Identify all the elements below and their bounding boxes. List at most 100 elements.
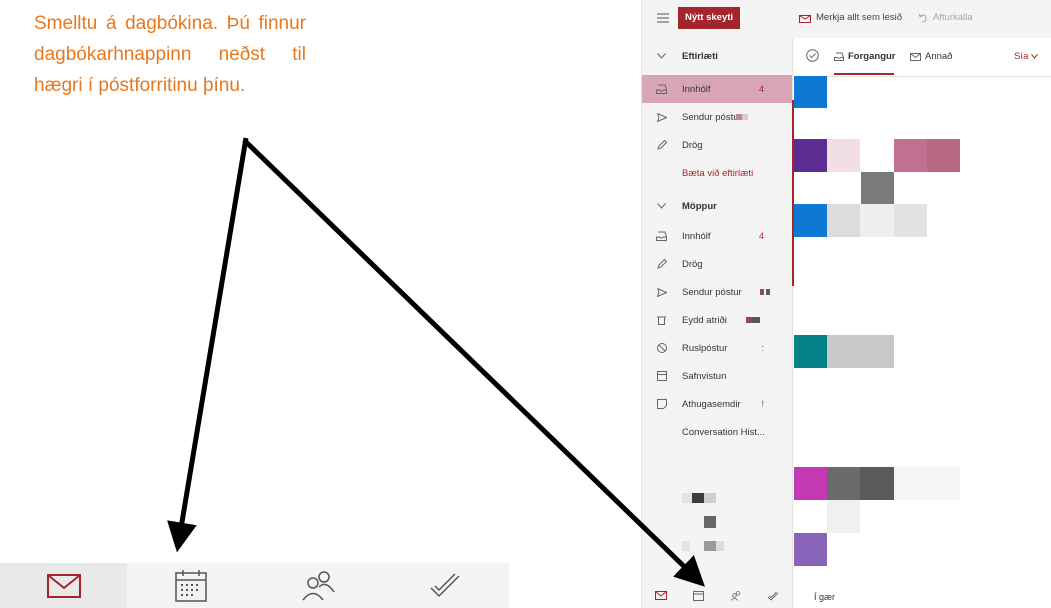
junk-icon bbox=[655, 342, 668, 355]
mark-all-read-button[interactable]: Merkja allt sem lesið bbox=[799, 12, 902, 23]
redacted-pixel bbox=[752, 317, 760, 323]
big-nav-calendar[interactable] bbox=[127, 563, 254, 608]
undo-icon bbox=[918, 13, 927, 22]
nav-tasks[interactable] bbox=[755, 583, 793, 608]
item-count: ! bbox=[761, 399, 764, 409]
add-favorite-link[interactable]: Bæta við eftirlæti bbox=[642, 159, 792, 187]
archive-icon bbox=[655, 370, 668, 383]
favorites-header[interactable]: Eftirlæti bbox=[642, 42, 792, 70]
sidebar-item-deleted[interactable]: Eydd atriði bbox=[642, 306, 792, 334]
app-bottom-nav bbox=[642, 583, 793, 608]
sidebar-item-label: Eydd atriði bbox=[682, 314, 727, 326]
avatar bbox=[794, 139, 827, 172]
people-icon bbox=[730, 590, 740, 601]
envelope-icon bbox=[910, 52, 921, 61]
active-tab-indicator bbox=[834, 73, 894, 75]
inbox-icon bbox=[834, 52, 844, 61]
instruction-text: Smelltu á dagbókina. Þú finnur dagbókarh… bbox=[34, 13, 306, 96]
tab-other[interactable]: Annað bbox=[910, 51, 952, 62]
unread-count: 4 bbox=[758, 84, 764, 94]
chevron-down-icon bbox=[1031, 54, 1038, 59]
add-favorite-label: Bæta við eftirlæti bbox=[682, 167, 754, 179]
big-nav-mail[interactable] bbox=[0, 563, 128, 608]
avatar bbox=[794, 335, 827, 368]
item-count: : bbox=[761, 343, 764, 353]
message-list[interactable] bbox=[794, 76, 1051, 586]
new-message-button[interactable]: Nýtt skeyti bbox=[678, 7, 741, 29]
arrow-to-app-calendar bbox=[242, 138, 705, 587]
sent-icon bbox=[655, 111, 668, 124]
undo-button[interactable]: Afturkalla bbox=[918, 12, 973, 23]
avatar bbox=[794, 533, 827, 566]
sidebar-item-label: Sendur póstur bbox=[682, 111, 742, 123]
undo-label: Afturkalla bbox=[933, 12, 973, 23]
sidebar-item-conversation-history[interactable]: Conversation Hist... bbox=[642, 418, 792, 446]
tasks-icon bbox=[430, 572, 460, 597]
favorites-header-label: Eftirlæti bbox=[682, 50, 718, 62]
redacted-pixel bbox=[766, 289, 770, 295]
sidebar-item-fav-sent[interactable]: Sendur póstur bbox=[642, 103, 792, 131]
sidebar-item-label: Drög bbox=[682, 258, 703, 270]
sidebar-item-label: Ruslpóstur bbox=[682, 342, 728, 354]
unread-count: 4 bbox=[758, 231, 764, 241]
drafts-icon bbox=[655, 258, 668, 271]
folder-sidebar: Eftirlæti Innhólf 4 Sendur póstur Drög B… bbox=[642, 38, 793, 583]
drafts-icon bbox=[655, 139, 668, 152]
tab-focused[interactable]: Forgangur bbox=[834, 51, 896, 62]
chevron-down-icon bbox=[655, 200, 668, 213]
sidebar-item-fav-drafts[interactable]: Drög bbox=[642, 131, 792, 159]
enlarged-bottom-nav bbox=[0, 563, 509, 608]
sidebar-item-drafts[interactable]: Drög bbox=[642, 250, 792, 278]
mark-all-read-label: Merkja allt sem lesið bbox=[816, 12, 903, 23]
sidebar-item-label: Innhólf bbox=[682, 230, 711, 242]
people-icon bbox=[302, 570, 335, 600]
sidebar-item-label: Conversation Hist... bbox=[682, 426, 765, 438]
tasks-icon bbox=[767, 591, 779, 601]
avatar bbox=[794, 204, 827, 237]
nav-people[interactable] bbox=[717, 583, 755, 608]
inbox-icon bbox=[655, 83, 668, 96]
mail-icon bbox=[46, 573, 81, 598]
avatar bbox=[794, 76, 827, 108]
sidebar-item-archive[interactable]: Safnvistun bbox=[642, 362, 792, 390]
mail-icon bbox=[654, 591, 667, 600]
sidebar-item-junk[interactable]: Ruslpóstur : bbox=[642, 334, 792, 362]
filter-label: Sía bbox=[1014, 51, 1029, 62]
calendar-icon bbox=[175, 569, 207, 602]
sidebar-item-label: Athugasemdir bbox=[682, 398, 741, 410]
nav-calendar[interactable] bbox=[680, 583, 718, 608]
big-nav-tasks[interactable] bbox=[382, 563, 509, 608]
hamburger-icon[interactable] bbox=[657, 12, 669, 24]
notes-icon bbox=[655, 398, 668, 411]
filter-button[interactable]: Sía bbox=[1014, 51, 1038, 62]
tab-focused-label: Forgangur bbox=[848, 51, 896, 62]
select-all-icon[interactable] bbox=[806, 49, 819, 62]
arrow-to-calendar bbox=[167, 137, 249, 553]
redacted-pixel bbox=[742, 114, 748, 120]
redacted-folders bbox=[642, 483, 792, 583]
mail-app: Nýtt skeyti Merkja allt sem lesið Afturk… bbox=[641, 0, 1051, 608]
chevron-down-icon bbox=[655, 50, 668, 63]
trash-icon bbox=[655, 314, 668, 327]
sidebar-item-fav-inbox[interactable]: Innhólf 4 bbox=[642, 75, 792, 103]
sidebar-item-label: Sendur póstur bbox=[682, 286, 742, 298]
sidebar-item-label: Drög bbox=[682, 139, 703, 151]
tab-other-label: Annað bbox=[925, 51, 953, 62]
calendar-icon bbox=[692, 591, 704, 601]
envelope-open-icon bbox=[799, 14, 811, 23]
inbox-tabs: Forgangur Annað Sía bbox=[794, 38, 1051, 77]
sidebar-item-sent[interactable]: Sendur póstur bbox=[642, 278, 792, 306]
avatar bbox=[794, 467, 827, 500]
redacted-pixel bbox=[760, 289, 764, 295]
sidebar-item-notes[interactable]: Athugasemdir ! bbox=[642, 390, 792, 418]
sent-icon bbox=[655, 286, 668, 299]
nav-mail[interactable] bbox=[642, 583, 680, 608]
sidebar-item-label: Safnvistun bbox=[682, 370, 727, 382]
sidebar-item-label: Innhólf bbox=[682, 83, 711, 95]
date-group-header: Í gær bbox=[814, 592, 836, 602]
big-nav-people[interactable] bbox=[255, 563, 382, 608]
folders-header[interactable]: Möppur bbox=[642, 192, 792, 220]
sidebar-item-inbox[interactable]: Innhólf 4 bbox=[642, 222, 792, 250]
app-toolbar: Nýtt skeyti Merkja allt sem lesið Afturk… bbox=[642, 0, 1051, 39]
inbox-icon bbox=[655, 230, 668, 243]
